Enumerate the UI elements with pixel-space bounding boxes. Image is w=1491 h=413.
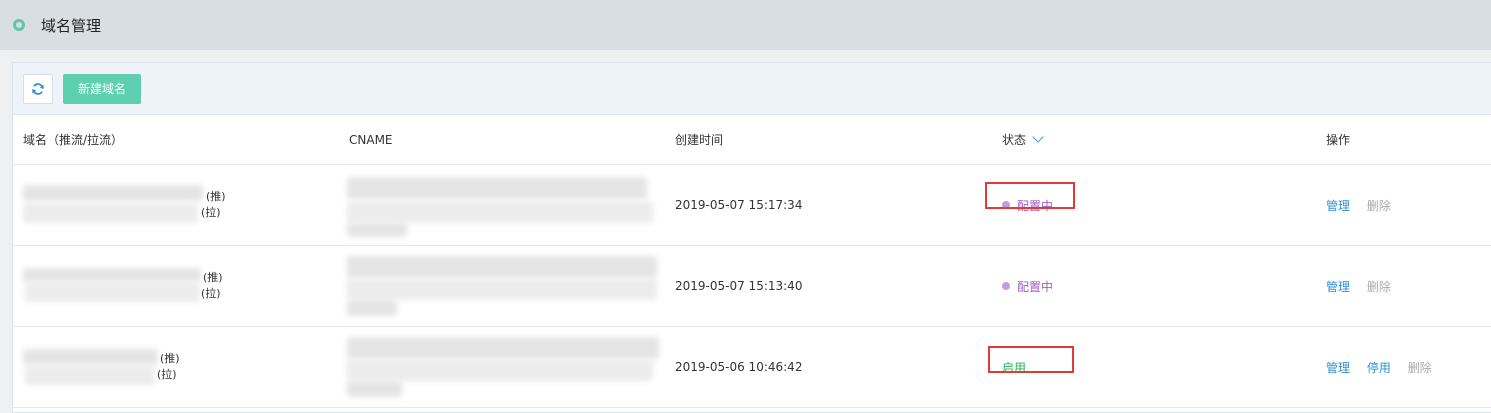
highlight-box <box>988 345 1074 373</box>
column-header-status-label: 状态 <box>1002 133 1027 147</box>
delete-link[interactable]: 删除 <box>1367 280 1391 294</box>
domain-cell: (推) (拉) <box>13 165 339 245</box>
status-dot-icon <box>1002 282 1010 290</box>
status-badge: 配置中 <box>1002 278 1053 295</box>
page-title: 域名管理 <box>41 16 102 35</box>
column-header-created: 创建时间 <box>675 133 724 147</box>
redacted-domain <box>25 282 200 302</box>
table-header: 域名（推流/拉流） CNAME 创建时间 状态 操作 <box>13 115 1491 165</box>
redacted-domain <box>23 349 158 365</box>
highlight-box <box>985 181 1075 209</box>
redacted-cname <box>347 359 653 381</box>
toolbar: 新建域名 <box>13 63 1491 115</box>
redacted-cname <box>347 300 397 316</box>
table-row: (推) (拉) 2019-05-07 15:13:40 配置中 管理 删除 <box>13 246 1491 327</box>
created-cell: 2019-05-07 15:13:40 <box>675 279 803 293</box>
column-header-cname: CNAME <box>349 132 393 147</box>
manage-link[interactable]: 管理 <box>1326 361 1350 375</box>
status-text: 配置中 <box>1017 279 1054 294</box>
chevron-down-icon[interactable] <box>1032 131 1044 143</box>
pull-label: (拉) <box>201 206 221 219</box>
manage-link[interactable]: 管理 <box>1326 280 1350 294</box>
redacted-domain <box>25 365 155 385</box>
actions-cell: 管理 停用 删除 <box>1316 359 1491 376</box>
redacted-cname <box>347 337 659 359</box>
push-label: (推) <box>203 271 223 284</box>
redacted-domain <box>23 268 201 282</box>
delete-link[interactable]: 删除 <box>1367 199 1391 213</box>
column-header-status[interactable]: 状态 <box>990 131 1316 148</box>
redacted-cname <box>347 256 657 278</box>
cname-cell <box>339 246 665 326</box>
redacted-cname <box>347 177 647 199</box>
status-cell: 配置中 <box>990 278 1316 295</box>
pull-label: (拉) <box>201 287 221 300</box>
manage-link[interactable]: 管理 <box>1326 199 1350 213</box>
refresh-icon <box>32 82 44 95</box>
push-label: (推) <box>160 352 180 365</box>
delete-link[interactable]: 删除 <box>1408 361 1432 375</box>
redacted-cname <box>347 381 402 397</box>
actions-cell: 管理 删除 <box>1316 278 1491 295</box>
status-cell: 配置中 <box>985 181 1316 214</box>
status-circle-icon <box>13 19 25 31</box>
table-row: (推) (拉) 2019-05-07 15:17:34 配置中 管理 删除 <box>13 165 1491 246</box>
column-header-actions: 操作 <box>1326 133 1351 147</box>
actions-cell: 管理 删除 <box>1316 197 1491 214</box>
disable-link[interactable]: 停用 <box>1367 361 1391 375</box>
pull-label: (拉) <box>157 368 177 381</box>
push-label: (推) <box>206 190 226 203</box>
table-row: (推) (拉) 2019-05-06 10:46:42 启用 管理 停用 删除 <box>13 327 1491 408</box>
redacted-domain <box>23 185 203 201</box>
cname-cell <box>339 165 665 245</box>
domain-panel: 新建域名 域名（推流/拉流） CNAME 创建时间 状态 操作 (推) (拉) … <box>12 62 1491 413</box>
new-domain-button[interactable]: 新建域名 <box>63 73 142 104</box>
refresh-button[interactable] <box>23 73 53 104</box>
redacted-cname <box>347 278 657 300</box>
status-cell: 启用 <box>988 345 1316 376</box>
domain-cell: (推) (拉) <box>13 327 339 407</box>
redacted-cname <box>347 201 653 223</box>
column-header-domain: 域名（推流/拉流） <box>23 133 124 147</box>
redacted-domain <box>23 203 198 223</box>
domain-cell: (推) (拉) <box>13 246 339 326</box>
redacted-cname <box>347 223 407 237</box>
cname-cell <box>339 327 665 407</box>
page-header: 域名管理 <box>0 0 1491 50</box>
created-cell: 2019-05-06 10:46:42 <box>675 360 803 374</box>
created-cell: 2019-05-07 15:17:34 <box>675 198 803 212</box>
